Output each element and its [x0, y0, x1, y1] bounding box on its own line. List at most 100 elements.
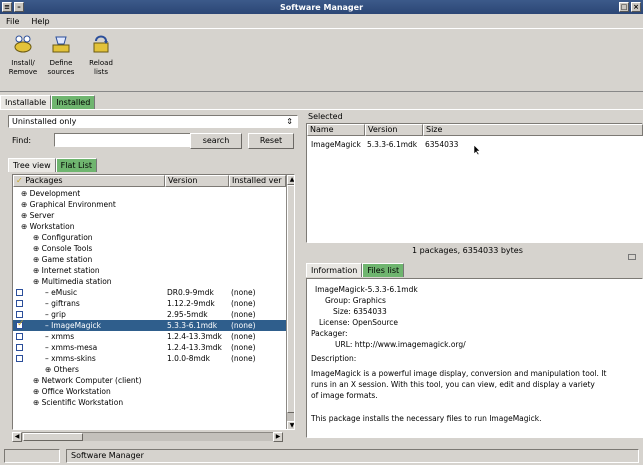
tree-hscrollbar[interactable]: ◀ ▶ [12, 432, 283, 442]
install-label-2: Remove [8, 68, 38, 76]
package-row[interactable]: – xmms 1.2.4-13.3mdk (none) [13, 331, 286, 342]
tree-group-row[interactable]: ⊕ Graphical Environment [13, 199, 286, 210]
install-remove-button[interactable]: Install/ Remove [6, 33, 40, 77]
info-license-label: License: [319, 318, 350, 327]
search-button[interactable]: search [190, 133, 242, 149]
selected-row[interactable]: ImageMagick [311, 139, 361, 150]
package-checkbox[interactable]: ✓ [16, 319, 25, 329]
tree-hscroll-thumb[interactable] [23, 433, 83, 441]
tree-group-row[interactable]: ⊕ Scientific Workstation [13, 397, 286, 408]
expander-icon[interactable]: ⊕ [33, 255, 42, 264]
package-version: 5.3.3-6.1mdk [167, 321, 218, 330]
tree-group-row[interactable]: ⊕ Game station [13, 254, 286, 265]
package-name: xmms [51, 332, 75, 341]
tree-item-label: ⊕ Scientific Workstation [33, 397, 123, 408]
maximize-icon[interactable]: □ [619, 2, 629, 12]
define-label-1: Define [49, 59, 73, 67]
tree-group-row[interactable]: ⊕ Console Tools [13, 243, 286, 254]
expander-icon[interactable]: ⊕ [33, 398, 42, 407]
close-icon[interactable]: × [631, 2, 641, 12]
expander-icon[interactable]: ⊕ [21, 222, 30, 231]
package-name: Internet station [41, 266, 100, 275]
package-name: Console Tools [41, 244, 93, 253]
tree-group-row[interactable]: ⊕ Internet station [13, 265, 286, 276]
package-row[interactable]: – giftrans 1.12.2-9mdk (none) [13, 298, 286, 309]
info-url-value[interactable]: http://www.imagemagick.org/ [355, 340, 466, 349]
sel-col-version[interactable]: Version [365, 124, 423, 136]
define-sources-button[interactable]: Define sources [44, 33, 78, 77]
tab-installed[interactable]: Installed [51, 95, 96, 109]
window-menu-icon[interactable]: ≡ [2, 2, 12, 12]
menu-file[interactable]: File [6, 17, 19, 26]
package-name: giftrans [51, 299, 80, 308]
tree-item-label: ⊕ Game station [33, 254, 92, 265]
package-row[interactable]: ✓ – ImageMagick 5.3.3-6.1mdk (none) [13, 319, 286, 331]
scroll-right-icon[interactable]: ▶ [273, 432, 283, 442]
scroll-left-icon[interactable]: ◀ [12, 432, 22, 442]
expander-icon[interactable]: ⊕ [33, 266, 42, 275]
col-version[interactable]: Version [165, 175, 229, 187]
expander-icon[interactable]: ⊕ [21, 189, 30, 198]
tab-files-list[interactable]: Files list [362, 263, 405, 277]
reset-button[interactable]: Reset [248, 133, 294, 149]
scroll-down-icon[interactable]: ▼ [287, 421, 294, 429]
tree-group-row[interactable]: ⊕ Multimedia station [13, 276, 286, 287]
package-checkbox[interactable] [16, 333, 23, 340]
expander-icon[interactable]: ⊕ [33, 376, 42, 385]
minimize-icon[interactable]: – [14, 2, 24, 12]
package-checkbox[interactable] [16, 289, 23, 296]
menu-bar: File Help [0, 14, 643, 28]
package-checkbox[interactable] [16, 344, 23, 351]
filter-selected-value: Uninstalled only [12, 117, 77, 126]
filter-arrows-icon: ⇕ [286, 117, 293, 126]
expander-icon[interactable]: ⊕ [45, 365, 54, 374]
expander-icon[interactable]: ⊕ [33, 233, 42, 242]
tree-group-row[interactable]: ⊕ Office Workstation [13, 386, 286, 397]
package-row[interactable]: – grip 2.95-5mdk (none) [13, 309, 286, 320]
col-packages[interactable]: ✓ Packages [13, 175, 165, 187]
tree-vscrollbar[interactable]: ▲ ▼ [286, 175, 294, 429]
expander-icon[interactable]: ⊕ [33, 387, 42, 396]
reload-lists-button[interactable]: Reload lists [84, 33, 118, 77]
package-name: Multimedia station [41, 277, 112, 286]
tree-group-row[interactable]: ⊕ Development [13, 188, 286, 199]
expander-icon[interactable]: ⊕ [33, 244, 42, 253]
package-row[interactable]: – xmms-mesa 1.2.4-13.3mdk (none) [13, 342, 286, 353]
tree-group-row[interactable]: ⊕ Server [13, 210, 286, 221]
tree-group-row[interactable]: ⊕ Others [13, 364, 286, 375]
package-installed-version: (none) [231, 332, 256, 341]
scroll-up-icon[interactable]: ▲ [287, 175, 294, 185]
status-left-box [4, 449, 60, 463]
top-tabs: Installable Installed [0, 95, 96, 109]
tab-information[interactable]: Information [306, 263, 363, 277]
package-name: xmms-mesa [51, 343, 98, 352]
package-row[interactable]: – eMusic DR0.9-9mdk (none) [13, 287, 286, 298]
tree-body: ⊕ Development ⊕ Graphical Environment ⊕ Se… [13, 188, 286, 428]
tree-group-row[interactable]: ⊕ Network Computer (client) [13, 375, 286, 386]
package-tree: ✓ Packages Version Installed ver ⊕ Devel… [12, 174, 295, 430]
tab-tree-view[interactable]: Tree view [8, 158, 56, 172]
package-checkbox[interactable] [16, 355, 23, 362]
tree-group-row[interactable]: ⊕ Configuration [13, 232, 286, 243]
sel-col-size[interactable]: Size [423, 124, 643, 136]
expander-icon[interactable]: ⊕ [21, 200, 30, 209]
expander-icon[interactable]: ⊕ [21, 211, 30, 220]
filter-select[interactable]: Uninstalled only ⇕ [8, 115, 298, 128]
info-license: License: OpenSource [319, 318, 398, 327]
tab-flat-list[interactable]: Flat List [55, 158, 98, 172]
package-checkbox[interactable] [16, 300, 23, 307]
info-size-value: 6354033 [353, 307, 387, 316]
package-checkbox[interactable] [16, 311, 23, 318]
pane-splitter-handle[interactable] [628, 254, 636, 260]
package-name: Workstation [29, 222, 75, 231]
tree-group-row[interactable]: ⊕ Workstation [13, 221, 286, 232]
package-name: eMusic [51, 288, 78, 297]
col-installed[interactable]: Installed ver [229, 175, 286, 187]
sel-col-name[interactable]: Name [307, 124, 365, 136]
tree-vscroll-thumb[interactable] [287, 185, 294, 413]
package-row[interactable]: – xmms-skins 1.0.0-8mdk (none) [13, 353, 286, 364]
menu-help[interactable]: Help [31, 17, 49, 26]
expander-icon[interactable]: ⊕ [33, 277, 42, 286]
tab-installable[interactable]: Installable [0, 95, 52, 109]
package-installed-version: (none) [231, 288, 256, 297]
